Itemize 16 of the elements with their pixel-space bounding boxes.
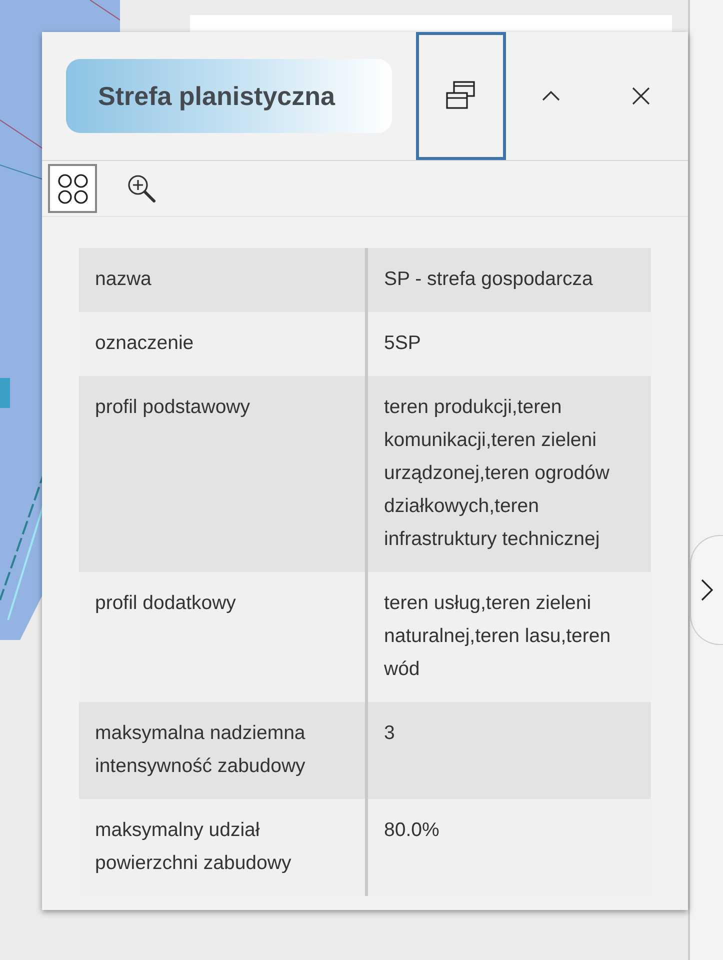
attribute-value: teren usług,teren zieleni naturalnej,teren lasu,teren wód: [366, 572, 651, 702]
restore-button[interactable]: [416, 32, 506, 160]
caret-up-icon: [542, 91, 560, 101]
attribute-value: teren produkcji,teren komunikacji,teren zieleni urządzonej,teren ogrodów działkowych,teren infrastruktury technicznej: [366, 376, 651, 572]
zoom-in-icon: [126, 174, 156, 204]
restore-icon: [445, 80, 477, 112]
attribute-value: SP - strefa gospodarcza: [366, 248, 651, 312]
attribute-value: 80.0%: [366, 799, 651, 896]
attribute-label: maksymalny udział powierzchni zabudowy: [79, 799, 366, 896]
close-icon: [632, 87, 650, 105]
popup-title: Strefa planistyczna: [66, 59, 392, 133]
features-button[interactable]: [48, 164, 97, 213]
four-circles-icon: [56, 172, 90, 206]
attribute-value: 5SP: [366, 312, 651, 376]
attribute-value: 3: [366, 702, 651, 799]
chevron-right-icon: [701, 579, 713, 601]
